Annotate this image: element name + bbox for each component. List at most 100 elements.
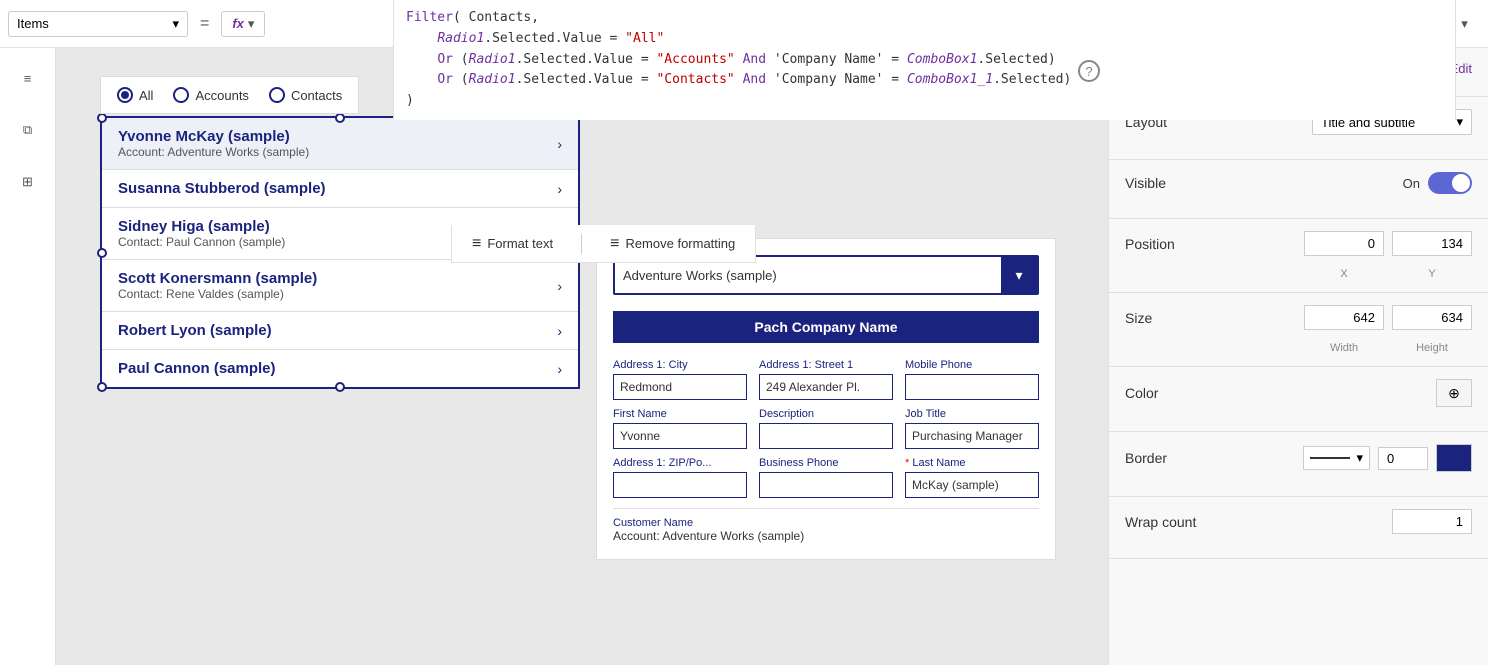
list-item-content-2: Sidney Higa (sample) Contact: Paul Canno… <box>118 218 285 249</box>
position-x-input[interactable] <box>1304 231 1384 256</box>
color-row: Color ⊕ <box>1125 379 1472 407</box>
color-picker-icon: ⊕ <box>1448 385 1460 402</box>
remove-formatting-button[interactable]: ≡ Remove formatting <box>602 231 743 257</box>
format-text-icon: ≡ <box>472 235 481 253</box>
border-width-input[interactable] <box>1378 447 1428 470</box>
size-inputs <box>1304 305 1472 330</box>
list-item-name-2: Sidney Higa (sample) <box>118 218 285 235</box>
remove-formatting-icon: ≡ <box>610 235 619 253</box>
field-mobile-input[interactable] <box>905 374 1039 400</box>
radio-all[interactable]: All <box>117 87 153 103</box>
resize-handle-bc[interactable] <box>335 382 345 392</box>
radio-accounts[interactable]: Accounts <box>173 87 248 103</box>
eq-sign: = <box>196 15 213 33</box>
resize-handle-ml[interactable] <box>97 248 107 258</box>
field-city-input[interactable] <box>613 374 747 400</box>
radio-accounts-label: Accounts <box>195 88 248 103</box>
remove-formatting-label: Remove formatting <box>625 236 735 251</box>
resize-handle-tc[interactable] <box>335 113 345 123</box>
field-mobile-label: Mobile Phone <box>905 359 1039 371</box>
border-style-select[interactable]: ▾ <box>1303 446 1370 470</box>
list-item-name-5: Paul Cannon (sample) <box>118 360 276 377</box>
field-street-input[interactable] <box>759 374 893 400</box>
field-bizphone: Business Phone <box>759 457 893 498</box>
size-w-input[interactable] <box>1304 305 1384 330</box>
format-text-button[interactable]: ≡ Format text <box>464 231 561 257</box>
visible-on-label: On <box>1403 176 1420 191</box>
patch-button[interactable]: Pach Company Name <box>613 311 1039 343</box>
items-label: Items <box>17 16 49 31</box>
size-h-input[interactable] <box>1392 305 1472 330</box>
border-section: Border ▾ <box>1109 432 1488 497</box>
combo-dropdown-arrow[interactable]: ▾ <box>1001 257 1037 293</box>
list-item-3[interactable]: Scott Konersmann (sample) Contact: Rene … <box>102 260 578 312</box>
color-swatch[interactable]: ⊕ <box>1436 379 1472 407</box>
list-item-0[interactable]: Yvonne McKay (sample) Account: Adventure… <box>102 118 578 170</box>
field-description-input[interactable] <box>759 423 893 449</box>
format-toolbar: ≡ Format text ≡ Remove formatting <box>451 225 756 263</box>
main-canvas: All Accounts Contacts Yvonne McKay (samp… <box>56 48 1108 665</box>
size-section: Size Width Height <box>1109 293 1488 367</box>
field-zip-input[interactable] <box>613 472 747 498</box>
list-item-content-5: Paul Cannon (sample) <box>118 360 276 377</box>
border-color-swatch[interactable] <box>1436 444 1472 472</box>
field-zip: Address 1: ZIP/Po... <box>613 457 747 498</box>
fx-button[interactable]: fx ▾ <box>221 11 265 37</box>
field-lastname-label: * Last Name <box>905 457 1039 469</box>
color-label: Color <box>1125 385 1158 401</box>
list-item-1[interactable]: Susanna Stubberod (sample) › <box>102 170 578 208</box>
visible-toggle[interactable] <box>1428 172 1472 194</box>
size-row: Size <box>1125 305 1472 330</box>
list-item-sub-2: Contact: Paul Cannon (sample) <box>118 235 285 249</box>
grid-icon[interactable]: ⊞ <box>10 164 46 200</box>
wrap-count-row: Wrap count <box>1125 509 1472 534</box>
items-dropdown[interactable]: Items ▾ <box>8 11 188 37</box>
layers-icon[interactable]: ⧉ <box>10 112 46 148</box>
right-panel: Fields Edit Layout Title and subtitle ▾ … <box>1108 48 1488 665</box>
border-label: Border <box>1125 450 1167 466</box>
list-item-arrow-4: › <box>557 323 562 339</box>
field-jobtitle-input[interactable] <box>905 423 1039 449</box>
radio-contacts[interactable]: Contacts <box>269 87 342 103</box>
color-section: Color ⊕ <box>1109 367 1488 432</box>
position-section: Position X Y <box>1109 219 1488 293</box>
customer-name-value: Account: Adventure Works (sample) <box>613 529 1039 543</box>
size-label: Size <box>1125 310 1152 326</box>
wrap-count-label: Wrap count <box>1125 514 1196 530</box>
list-item-content-0: Yvonne McKay (sample) Account: Adventure… <box>118 128 309 159</box>
field-street-label: Address 1: Street 1 <box>759 359 893 371</box>
field-firstname-input[interactable] <box>613 423 747 449</box>
radio-contacts-label: Contacts <box>291 88 342 103</box>
field-city: Address 1: City <box>613 359 747 400</box>
position-y-input[interactable] <box>1392 231 1472 256</box>
combo-input[interactable] <box>615 262 1001 289</box>
size-wh-labels: Width Height <box>1125 342 1472 354</box>
list-item-content-3: Scott Konersmann (sample) Contact: Rene … <box>118 270 317 301</box>
resize-handle-bl[interactable] <box>97 382 107 392</box>
list-item-sub-0: Account: Adventure Works (sample) <box>118 145 309 159</box>
list-item-name-1: Susanna Stubberod (sample) <box>118 180 326 197</box>
list-item-arrow-0: › <box>557 136 562 152</box>
radio-all-label: All <box>139 88 153 103</box>
left-sidebar: ≡ ⧉ ⊞ <box>0 48 56 665</box>
radio-all-circle <box>117 87 133 103</box>
field-city-label: Address 1: City <box>613 359 747 371</box>
wrap-count-section: Wrap count <box>1109 497 1488 559</box>
wrap-count-input[interactable] <box>1392 509 1472 534</box>
list-item-4[interactable]: Robert Lyon (sample) › <box>102 312 578 350</box>
width-label: Width <box>1304 342 1384 354</box>
help-icon[interactable]: ? <box>1078 60 1100 82</box>
field-bizphone-input[interactable] <box>759 472 893 498</box>
resize-handle-tl[interactable] <box>97 113 107 123</box>
format-divider <box>581 234 582 254</box>
customer-name-area: Customer Name Account: Adventure Works (… <box>613 508 1039 543</box>
layout-chevron-icon: ▾ <box>1456 114 1463 130</box>
field-zip-label: Address 1: ZIP/Po... <box>613 457 747 469</box>
field-mobile: Mobile Phone <box>905 359 1039 400</box>
field-firstname-label: First Name <box>613 408 747 420</box>
field-lastname-input[interactable] <box>905 472 1039 498</box>
radio-group: All Accounts Contacts <box>100 76 359 114</box>
hamburger-icon[interactable]: ≡ <box>10 60 46 96</box>
height-label: Height <box>1392 342 1472 354</box>
visible-toggle-wrap: On <box>1403 172 1472 194</box>
